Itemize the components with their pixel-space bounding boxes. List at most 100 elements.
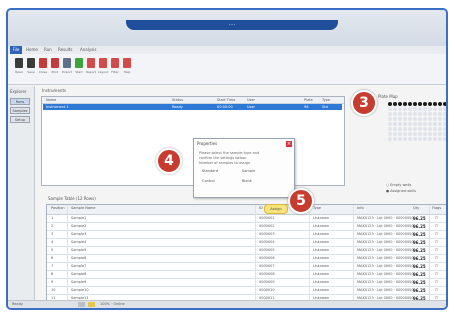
ribbon-button-filter[interactable]: Filter: [110, 58, 120, 74]
plate-well[interactable]: [398, 117, 402, 121]
plate-well[interactable]: [438, 132, 442, 136]
row-flag-checkbox[interactable]: ☐: [435, 280, 438, 284]
plate-well[interactable]: [413, 107, 417, 111]
plate-well[interactable]: [408, 122, 412, 126]
plate-well[interactable]: [388, 117, 392, 121]
plate-well[interactable]: [393, 112, 397, 116]
run-col-type[interactable]: Type: [322, 97, 330, 103]
plate-well[interactable]: [443, 112, 446, 116]
col-flags[interactable]: Flags: [432, 206, 441, 210]
col-sample-name[interactable]: Sample Name: [71, 206, 96, 210]
row-flag-checkbox[interactable]: ☐: [435, 272, 438, 276]
plate-well[interactable]: [408, 132, 412, 136]
plate-well[interactable]: [418, 102, 422, 106]
dialog-option-blank[interactable]: Blank: [242, 179, 252, 183]
plate-well[interactable]: [428, 112, 432, 116]
plate-well[interactable]: [438, 112, 442, 116]
col-id[interactable]: ID: [259, 206, 263, 210]
ribbon-button-start[interactable]: Start: [74, 58, 84, 74]
plate-well[interactable]: [398, 127, 402, 131]
ribbon-button-export[interactable]: Export: [62, 58, 72, 74]
plate-well[interactable]: [413, 112, 417, 116]
col-type[interactable]: Type: [313, 206, 321, 210]
table-row[interactable]: 1 Sample1 0000001 Unknown MAX0123 · Lot 0000…: [47, 215, 446, 223]
plate-well[interactable]: [418, 132, 422, 136]
row-flag-checkbox[interactable]: ☐: [435, 288, 438, 292]
dialog-option-standard[interactable]: Standard: [202, 169, 218, 173]
col-info[interactable]: Info: [357, 206, 364, 210]
ribbon-button-layout[interactable]: Layout: [98, 58, 108, 74]
plate-well[interactable]: [408, 117, 412, 121]
plate-well[interactable]: [393, 102, 397, 106]
table-row[interactable]: 7 Sample7 0000007 Unknown MAX0123 · Lot 0000…: [47, 263, 446, 271]
plate-well[interactable]: [408, 102, 412, 106]
table-row[interactable]: 10 Sample10 0000010 Unknown MAX0123 · Lot 00…: [47, 287, 446, 295]
plate-well[interactable]: [408, 127, 412, 131]
col-position[interactable]: Position: [51, 206, 65, 210]
plate-well[interactable]: [388, 102, 392, 106]
plate-well[interactable]: [423, 132, 427, 136]
plate-well[interactable]: [438, 117, 442, 121]
plate-well[interactable]: [403, 102, 407, 106]
plate-well[interactable]: [393, 107, 397, 111]
plate-well[interactable]: [443, 117, 446, 121]
ribbon-button-print[interactable]: Print: [50, 58, 60, 74]
menu-analysis[interactable]: Analysis: [80, 46, 96, 54]
plate-well[interactable]: [398, 107, 402, 111]
plate-well[interactable]: [443, 122, 446, 126]
plate-well[interactable]: [403, 122, 407, 126]
nav-setup-button[interactable]: Setup: [10, 116, 30, 123]
plate-well[interactable]: [408, 107, 412, 111]
plate-well[interactable]: [388, 132, 392, 136]
plate-well[interactable]: [393, 132, 397, 136]
plate-well[interactable]: [423, 107, 427, 111]
dialog-option-control[interactable]: Control: [202, 179, 215, 183]
ribbon-button-close[interactable]: Close: [38, 58, 48, 74]
plate-well[interactable]: [428, 122, 432, 126]
plate-well[interactable]: [403, 117, 407, 121]
plate-well[interactable]: [418, 137, 422, 141]
plate-well[interactable]: [418, 127, 422, 131]
run-col-start-time[interactable]: Start Time: [217, 97, 235, 103]
plate-well[interactable]: [418, 117, 422, 121]
dialog-close-button[interactable]: ×: [286, 141, 292, 147]
plate-well[interactable]: [398, 102, 402, 106]
plate-well[interactable]: [443, 127, 446, 131]
plate-well[interactable]: [438, 122, 442, 126]
plate-well[interactable]: [403, 127, 407, 131]
plate-well[interactable]: [428, 132, 432, 136]
plate-well[interactable]: [393, 122, 397, 126]
plate-well[interactable]: [393, 127, 397, 131]
plate-well[interactable]: [443, 137, 446, 141]
plate-well[interactable]: [423, 117, 427, 121]
plate-well[interactable]: [388, 112, 392, 116]
ribbon-button-open[interactable]: Open: [14, 58, 24, 74]
ribbon-button-save[interactable]: Save: [26, 58, 36, 74]
plate-well[interactable]: [433, 107, 437, 111]
plate-well[interactable]: [408, 112, 412, 116]
table-row[interactable]: 5 Sample5 0000005 Unknown MAX0123 · Lot 0000…: [47, 247, 446, 255]
plate-well[interactable]: [393, 137, 397, 141]
plate-well[interactable]: [443, 102, 446, 106]
plate-well[interactable]: [428, 127, 432, 131]
plate-well[interactable]: [388, 127, 392, 131]
plate-well[interactable]: [443, 132, 446, 136]
row-flag-checkbox[interactable]: ☐: [435, 224, 438, 228]
plate-well[interactable]: [413, 127, 417, 131]
plate-well[interactable]: [403, 137, 407, 141]
row-flag-checkbox[interactable]: ☐: [435, 264, 438, 268]
plate-well[interactable]: [438, 127, 442, 131]
run-col-plate[interactable]: Plate: [304, 97, 313, 103]
assign-highlight-button[interactable]: Assign: [264, 204, 288, 214]
plate-map[interactable]: [388, 102, 446, 160]
row-flag-checkbox[interactable]: ☐: [435, 248, 438, 252]
plate-well[interactable]: [398, 112, 402, 116]
plate-well[interactable]: [413, 122, 417, 126]
plate-well[interactable]: [413, 132, 417, 136]
row-flag-checkbox[interactable]: ☐: [435, 256, 438, 260]
plate-well[interactable]: [413, 137, 417, 141]
plate-well[interactable]: [403, 107, 407, 111]
run-col-status[interactable]: Status: [172, 97, 183, 103]
table-row[interactable]: 9 Sample9 0000009 Unknown MAX0123 · Lot 0000…: [47, 279, 446, 287]
plate-well[interactable]: [428, 117, 432, 121]
